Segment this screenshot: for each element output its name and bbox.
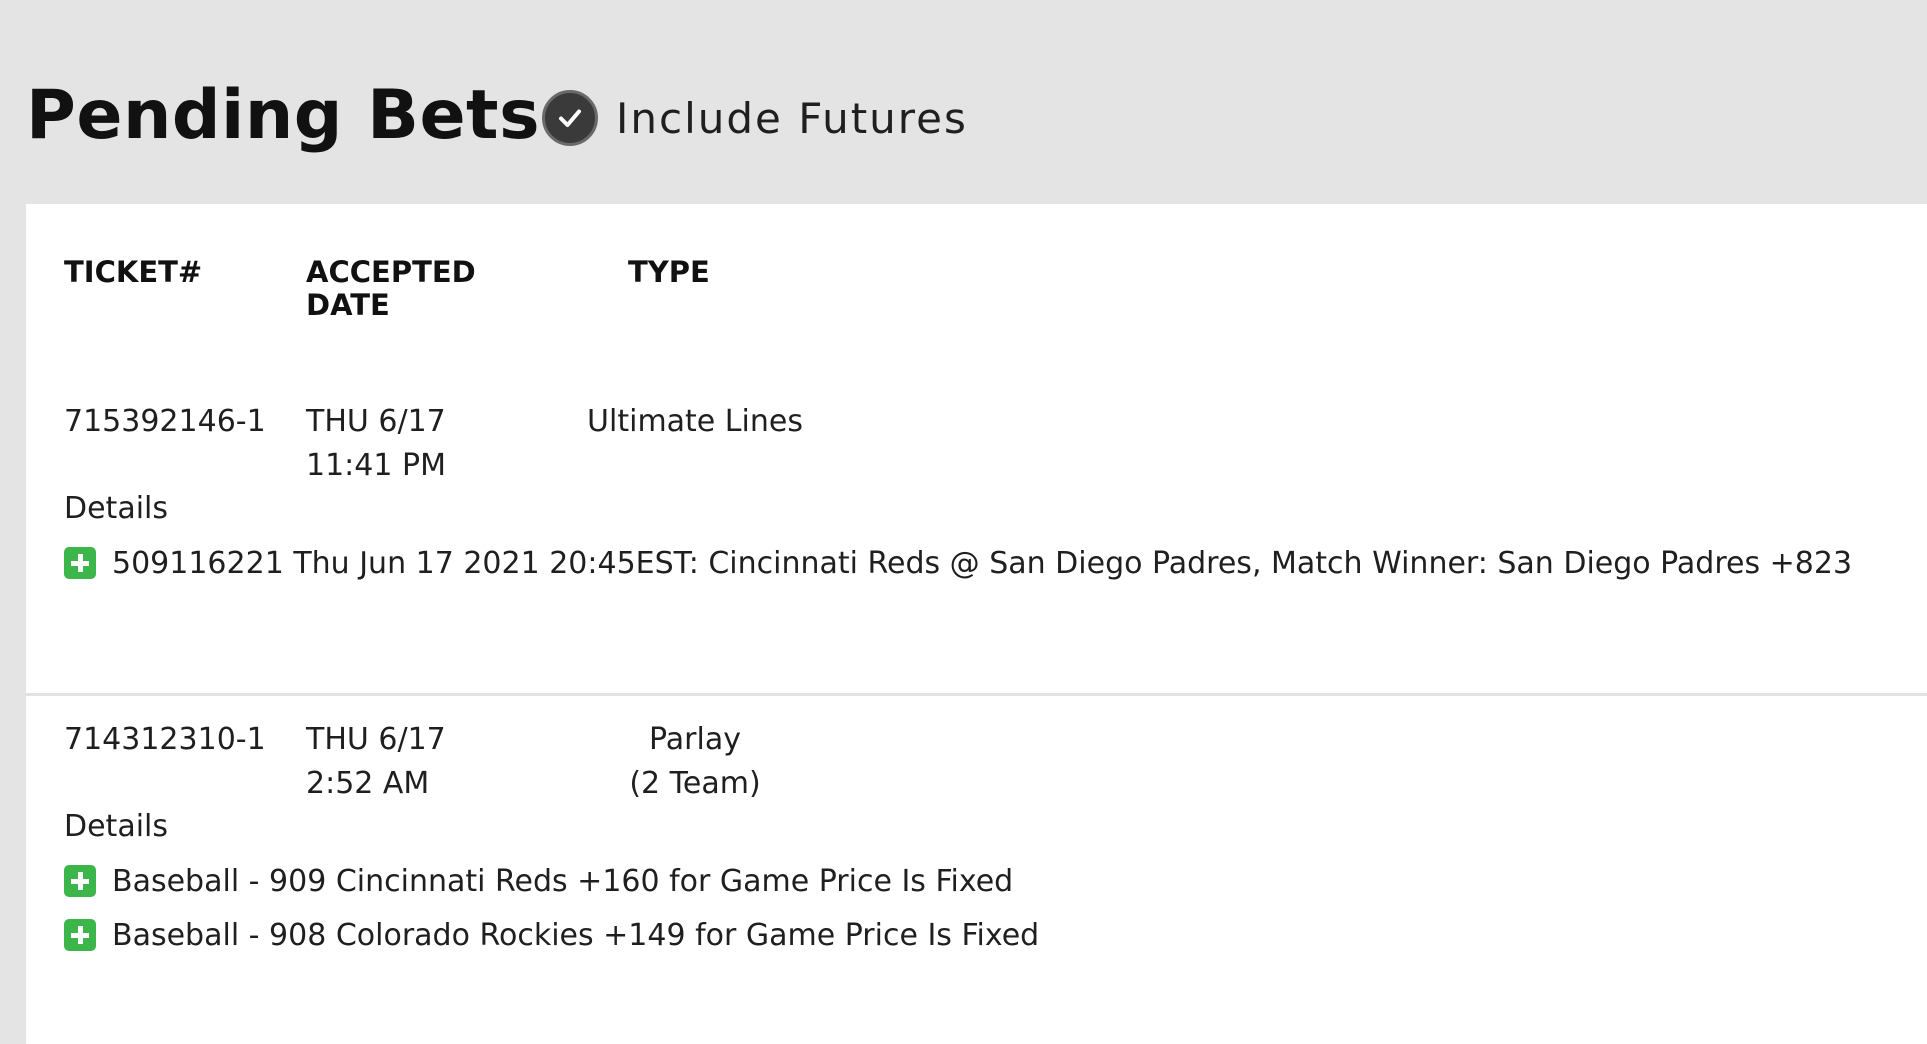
pending-bets-table: TICKET# ACCEPTED DATE TYPE 715392146-1 T… [26, 204, 1927, 1044]
page-header: Pending Bets Include Futures [0, 0, 1927, 204]
include-futures-toggle[interactable]: Include Futures [542, 90, 968, 146]
column-header-accepted: ACCEPTED DATE [306, 256, 476, 322]
bet-type: Ultimate Lines [587, 404, 803, 439]
row-divider [26, 693, 1927, 696]
column-header-accepted-line1: ACCEPTED [306, 255, 476, 289]
bet-detail-text: Baseball - 908 Colorado Rockies +149 for… [112, 917, 1040, 953]
details-label: Details [64, 809, 169, 844]
accepted-date: THU 6/17 [306, 404, 446, 439]
accepted-time: 2:52 AM [306, 766, 430, 801]
bet-detail-text: Baseball - 909 Cincinnati Reds +160 for … [112, 863, 1014, 899]
expand-plus-icon[interactable] [64, 547, 96, 579]
ticket-number: 714312310-1 [64, 722, 266, 757]
ticket-number: 715392146-1 [64, 404, 266, 439]
check-circle-icon[interactable] [542, 90, 598, 146]
accepted-date: THU 6/17 [306, 722, 446, 757]
bet-type-subline: (2 Team) [629, 766, 761, 801]
expand-plus-icon[interactable] [64, 919, 96, 951]
accepted-time: 11:41 PM [306, 448, 446, 483]
expand-plus-icon[interactable] [64, 865, 96, 897]
include-futures-label[interactable]: Include Futures [616, 94, 968, 143]
column-header-type: TYPE [628, 255, 710, 289]
bet-detail-text: 509116221 Thu Jun 17 2021 20:45EST: Cinc… [112, 545, 1853, 581]
page-title: Pending Bets [26, 76, 541, 155]
bet-type: Parlay [649, 722, 741, 757]
bet-detail-line: Baseball - 908 Colorado Rockies +149 for… [64, 913, 1039, 957]
column-header-ticket: TICKET# [64, 255, 203, 289]
column-header-accepted-line2: DATE [306, 288, 390, 322]
details-label: Details [64, 491, 169, 526]
bet-detail-line: Baseball - 909 Cincinnati Reds +160 for … [64, 859, 1013, 903]
bet-detail-line: 509116221 Thu Jun 17 2021 20:45EST: Cinc… [64, 541, 1852, 585]
